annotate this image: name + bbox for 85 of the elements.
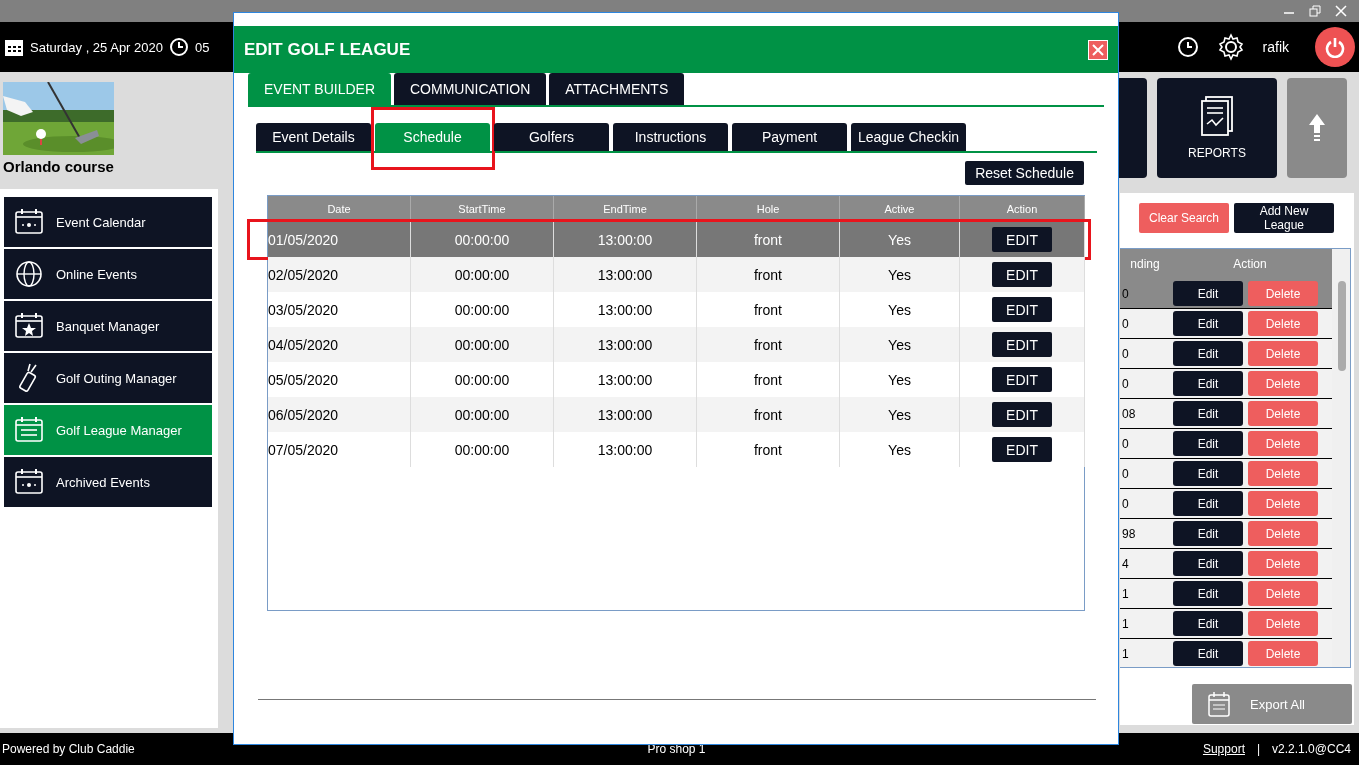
column-header: Action	[1232, 257, 1268, 271]
calendar-icon	[14, 467, 44, 497]
edit-button[interactable]: Edit	[1173, 281, 1243, 306]
table-cell-text: 0	[1121, 346, 1130, 361]
sidebar-item[interactable]: Banquet Manager	[4, 301, 212, 351]
edit-button[interactable]: Edit	[1173, 311, 1243, 336]
reports-button[interactable]: REPORTS	[1157, 78, 1277, 178]
edit-button[interactable]: Edit	[1173, 371, 1243, 396]
restore-icon[interactable]	[1309, 5, 1321, 17]
column-header: nding	[1129, 257, 1161, 271]
edit-button[interactable]: Edit	[1173, 581, 1243, 606]
table-cell: 00:00:00	[411, 432, 554, 467]
edit-button[interactable]: EDIT	[992, 297, 1052, 322]
power-icon	[1324, 36, 1346, 58]
user-name: rafik	[1262, 39, 1289, 55]
tab[interactable]: ATTACHMENTS	[549, 73, 685, 105]
tab[interactable]: Golfers	[494, 123, 609, 151]
table-cell-text: 0	[1121, 466, 1130, 481]
table-cell-text: 1	[1121, 586, 1130, 601]
table-cell-text: 0	[1121, 376, 1130, 391]
footer-text: Powered by Club Caddie	[2, 742, 136, 756]
edit-button[interactable]: Edit	[1173, 431, 1243, 456]
date-text: Saturday , 25 Apr 2020	[30, 39, 163, 55]
edit-button[interactable]: Edit	[1173, 551, 1243, 576]
power-button[interactable]	[1315, 27, 1355, 67]
edit-button[interactable]: EDIT	[992, 402, 1052, 427]
edit-button[interactable]: EDIT	[992, 332, 1052, 357]
clock-icon	[169, 37, 189, 57]
calendar-star-icon	[14, 311, 44, 341]
table-cell-text: 0	[1121, 286, 1130, 301]
tab[interactable]: Event Details	[256, 123, 371, 151]
table-cell: 07/05/2020	[268, 432, 411, 467]
dialog-title: EDIT GOLF LEAGUE	[244, 39, 411, 60]
calendar-icon	[14, 207, 44, 237]
table-cell: front	[697, 432, 840, 467]
settings-icon[interactable]	[1216, 33, 1245, 61]
tab[interactable]: EVENT BUILDER	[248, 73, 391, 105]
table-cell-text: 0	[1121, 496, 1130, 511]
reset-schedule-button[interactable]: Reset Schedule	[965, 161, 1084, 185]
tab[interactable]: COMMUNICATION	[394, 73, 547, 105]
edit-button[interactable]: Edit	[1173, 341, 1243, 366]
up-arrow-icon	[1308, 113, 1326, 143]
table-cell-text: 4	[1121, 556, 1130, 571]
sidebar-item[interactable]: Event Calendar	[4, 197, 212, 247]
edit-button[interactable]: Edit	[1173, 521, 1243, 546]
table-cell-text: 98	[1121, 526, 1137, 541]
table-cell-text: 1	[1121, 646, 1130, 661]
close-icon[interactable]	[1335, 5, 1347, 17]
table-cell-text: 1	[1121, 616, 1130, 631]
edit-button[interactable]: Edit	[1173, 491, 1243, 516]
edit-button[interactable]: EDIT	[992, 227, 1052, 252]
add-league-button[interactable]: Add New League	[1234, 203, 1334, 233]
table-cell-text: 08	[1121, 406, 1137, 421]
table-cell: 13:00:00	[554, 432, 697, 467]
table-cell: Yes	[840, 432, 960, 467]
close-icon	[1092, 43, 1104, 56]
calendar-list-icon	[14, 415, 44, 445]
table-cell-text: 0	[1121, 436, 1130, 451]
close-button[interactable]	[1088, 39, 1108, 60]
tab[interactable]: League Checkin	[851, 123, 966, 151]
edit-button[interactable]: Edit	[1173, 401, 1243, 426]
edit-button[interactable]: Edit	[1173, 461, 1243, 486]
sidebar-item[interactable]: Archived Events	[4, 457, 212, 507]
sidebar-item[interactable]: Golf League Manager	[4, 405, 212, 455]
course-name: Orlando course	[2, 157, 115, 175]
clock-icon[interactable]	[1176, 36, 1199, 58]
edit-button[interactable]: EDIT	[992, 437, 1052, 462]
time-text: 05	[195, 39, 210, 55]
edit-button[interactable]: EDIT	[992, 367, 1052, 392]
sidebar-item[interactable]: Golf Outing Manager	[4, 353, 212, 403]
report-icon	[1200, 96, 1234, 136]
edit-button[interactable]: Edit	[1173, 611, 1243, 636]
tab[interactable]: Payment	[732, 123, 847, 151]
version-text: v2.2.1.0@CC4	[1272, 742, 1351, 756]
calendar-list-icon	[1208, 691, 1230, 717]
sidebar-item[interactable]: Online Events	[4, 249, 212, 299]
scroll-up-button[interactable]	[1287, 78, 1347, 178]
tab[interactable]: Instructions	[613, 123, 728, 151]
tab[interactable]: Schedule	[375, 123, 490, 151]
edit-button[interactable]: Edit	[1173, 641, 1243, 666]
globe-icon	[14, 259, 44, 289]
edit-button[interactable]: EDIT	[992, 262, 1052, 287]
support-link[interactable]: Support	[1202, 742, 1245, 756]
separator-text: |	[1256, 742, 1261, 756]
table-cell-text: 0	[1121, 316, 1130, 331]
